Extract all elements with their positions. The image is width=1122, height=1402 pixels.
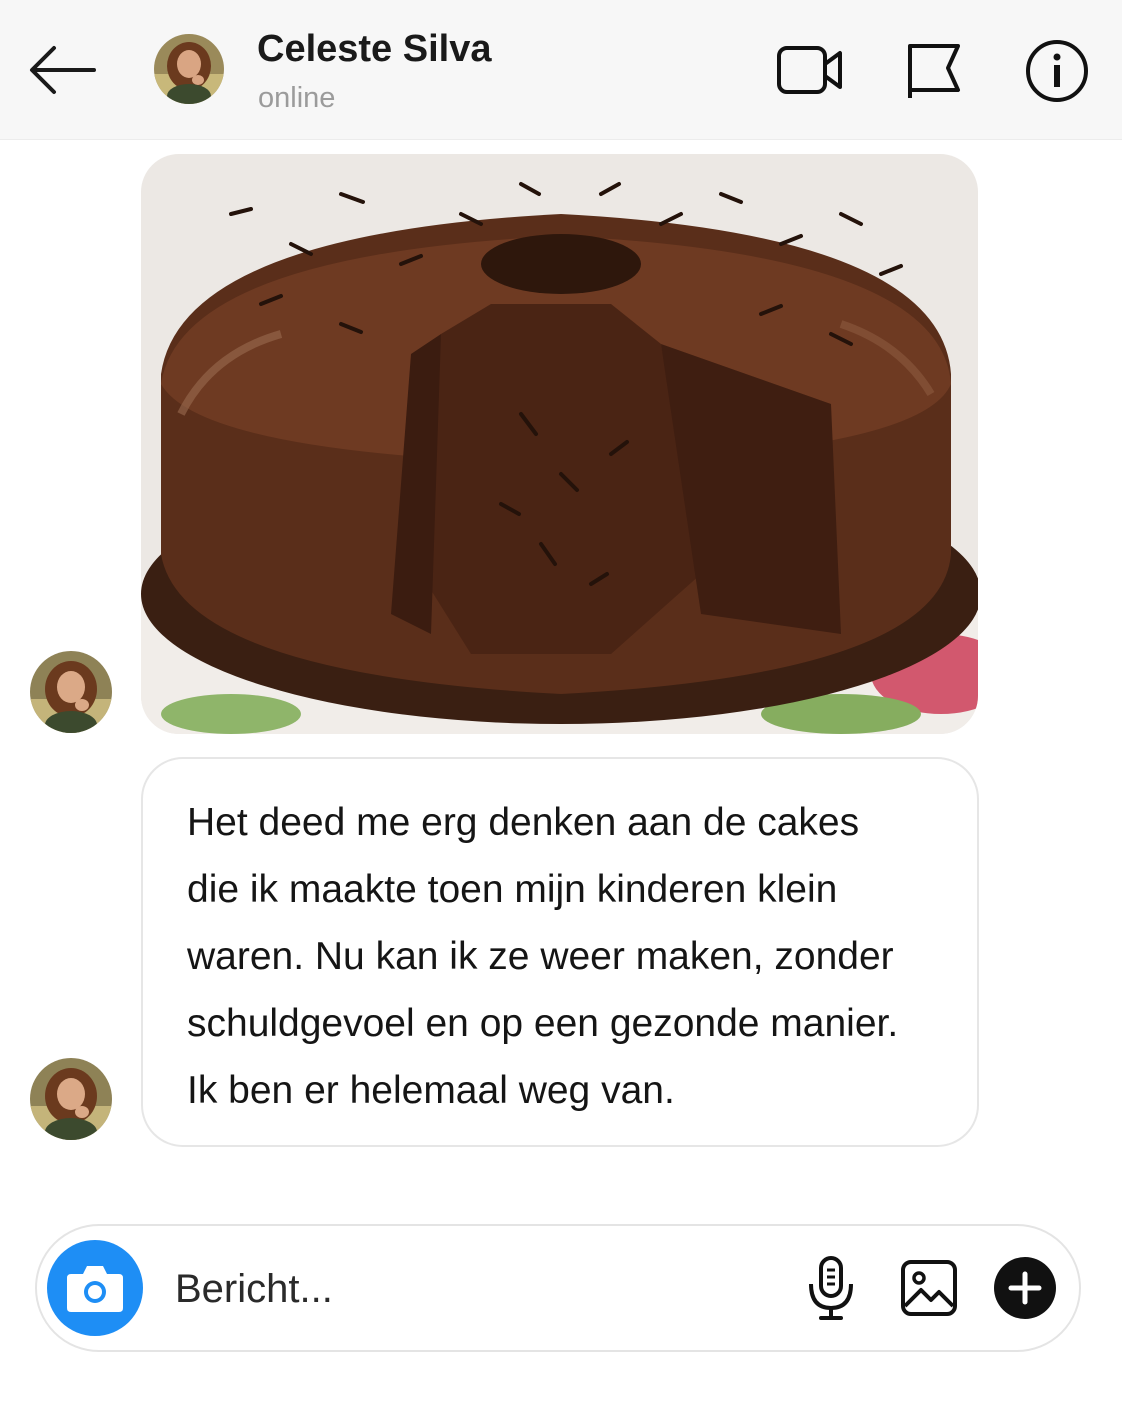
chocolate-cake-photo [141, 154, 978, 734]
sender-avatar[interactable] [30, 1058, 112, 1140]
contact-avatar[interactable] [154, 34, 224, 104]
message-text-line: die ik maakte toen mijn kinderen klein [187, 868, 838, 911]
info-button[interactable] [1024, 38, 1090, 104]
add-attachment-button[interactable] [993, 1256, 1057, 1320]
message-text-line: waren. Nu kan ik ze weer maken, zonder [187, 935, 894, 978]
contact-status: online [258, 82, 336, 114]
message-composer [35, 1224, 1081, 1352]
sender-avatar[interactable] [30, 651, 112, 733]
camera-icon [67, 1266, 123, 1312]
video-call-icon [777, 46, 842, 94]
back-arrow-icon [30, 46, 96, 94]
message-text-line: schuldgevoel en op een gezonde manier. [187, 1002, 899, 1045]
microphone-icon [809, 1256, 853, 1320]
video-call-button[interactable] [774, 40, 846, 100]
message-text-line: Het deed me erg denken aan de cakes [187, 801, 860, 844]
gallery-icon [901, 1260, 957, 1316]
plus-icon [994, 1257, 1056, 1319]
text-message-bubble[interactable]: Het deed me erg denken aan de cakes die … [141, 757, 979, 1147]
flag-icon [908, 44, 960, 98]
report-flag-button[interactable] [902, 38, 966, 102]
gallery-button[interactable] [899, 1258, 959, 1318]
cake-photo-message[interactable] [141, 154, 978, 734]
chat-header: Celeste Silva online [0, 0, 1122, 140]
message-text-line: Ik ben er helemaal weg van. [187, 1069, 675, 1112]
info-icon [1026, 40, 1088, 102]
back-button[interactable] [24, 38, 100, 102]
message-input[interactable] [175, 1254, 775, 1324]
voice-message-button[interactable] [805, 1254, 857, 1324]
contact-name[interactable]: Celeste Silva [257, 28, 491, 71]
camera-button[interactable] [47, 1240, 143, 1336]
